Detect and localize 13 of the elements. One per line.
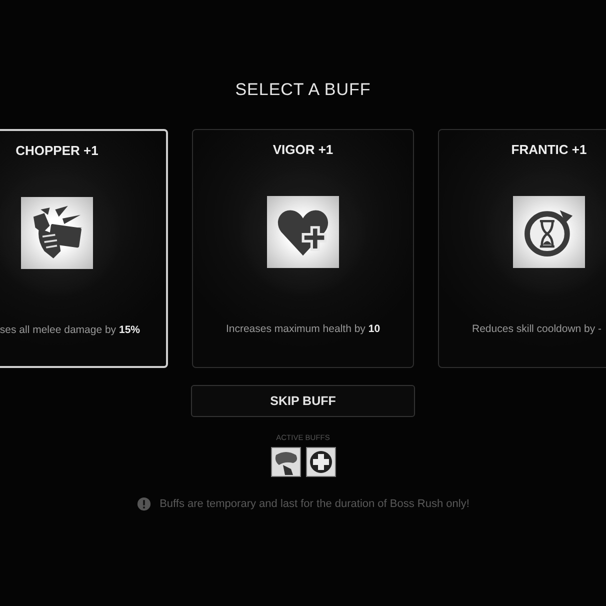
buff-card[interactable]: CHOPPER +1 ses all melee damage by 15% <box>0 129 168 368</box>
buff-card[interactable]: VIGOR +1 Increases maximum health by 10 <box>192 129 414 368</box>
buff-title: CHOPPER +1 <box>16 143 98 158</box>
notice-text: Buffs are temporary and last for the duration of Boss Rush only! <box>160 498 470 510</box>
screen-title: SELECT A BUFF <box>235 80 371 100</box>
buff-title: VIGOR +1 <box>272 142 334 157</box>
buff-title: FRANTIC +1 <box>511 142 587 157</box>
buff-description: Increases maximum health by 10 <box>224 323 382 335</box>
buff-card[interactable]: FRANTIC +1 Reduces skill cooldown by - <box>438 129 606 368</box>
buff-description: Reduces skill cooldown by - <box>471 323 603 335</box>
warning-icon <box>136 497 151 511</box>
skip-buff-button[interactable]: SKIP BUFF <box>191 385 415 417</box>
buff-description: ses all melee damage by 15% <box>0 324 141 336</box>
